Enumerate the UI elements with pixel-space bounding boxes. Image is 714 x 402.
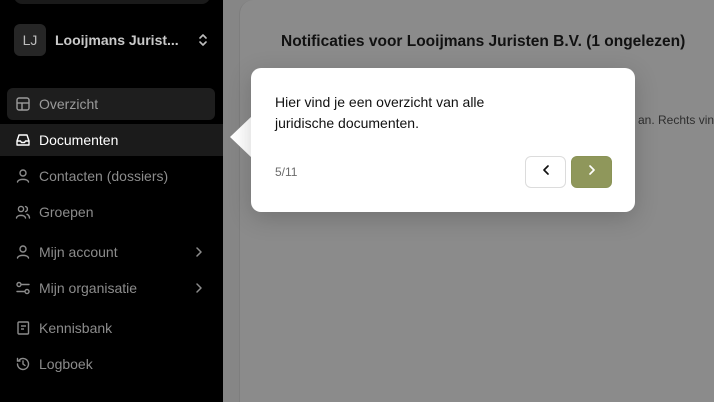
organization-switcher[interactable]: LJ Looijmans Jurist...: [14, 24, 210, 56]
history-icon: [15, 356, 31, 372]
org-name: Looijmans Jurist...: [55, 32, 179, 48]
chevron-right-icon: [195, 282, 207, 294]
sidebar-item-overzicht[interactable]: Overzicht: [7, 88, 215, 120]
sidebar-item-label: Documenten: [39, 132, 119, 148]
book-icon: [15, 320, 31, 336]
sidebar-item-label: Overzicht: [39, 96, 99, 112]
sidebar-item-groepen[interactable]: Groepen: [7, 196, 215, 228]
tour-next-button[interactable]: [571, 156, 612, 188]
sidebar: LJ Looijmans Jurist... Overzicht Documen…: [0, 0, 223, 402]
org-avatar: LJ: [14, 24, 46, 56]
sidebar-top-edge: [14, 0, 210, 4]
sidebar-item-kennisbank[interactable]: Kennisbank: [7, 312, 215, 344]
sliders-icon: [15, 280, 31, 296]
sidebar-item-label: Groepen: [39, 204, 94, 220]
sidebar-item-label: Kennisbank: [39, 320, 113, 336]
chevron-right-icon: [195, 246, 207, 258]
page-title: Notificaties voor Looijmans Juristen B.V…: [281, 33, 686, 50]
sidebar-item-contacten[interactable]: Contacten (dossiers): [7, 160, 215, 192]
inbox-icon: [15, 132, 31, 148]
sidebar-item-documenten[interactable]: Documenten: [0, 124, 223, 156]
tour-previous-button[interactable]: [525, 156, 566, 188]
chevron-right-icon: [588, 163, 596, 181]
tour-popover: Hier vind je een overzicht van alle juri…: [251, 68, 635, 212]
sidebar-item-label: Mijn organisatie: [39, 280, 138, 296]
tour-popover-arrow: [230, 116, 252, 158]
grid-icon: [15, 96, 31, 112]
chevron-left-icon: [542, 163, 550, 181]
chevron-up-down-icon: [196, 32, 210, 48]
sidebar-item-label: Contacten (dossiers): [39, 168, 169, 184]
background-text: an. Rechts vind: [638, 113, 714, 127]
tour-description: Hier vind je een overzicht van alle juri…: [275, 94, 485, 131]
users-icon: [15, 204, 31, 220]
sidebar-item-mijn-organisatie[interactable]: Mijn organisatie: [7, 272, 215, 304]
app-window: LJ Looijmans Jurist... Overzicht Documen…: [0, 0, 714, 402]
user-icon: [15, 168, 31, 184]
sidebar-item-logboek[interactable]: Logboek: [7, 348, 215, 380]
tour-step-counter: 5/11: [275, 165, 298, 179]
sidebar-item-label: Mijn account: [39, 244, 118, 260]
user-icon: [15, 244, 31, 260]
sidebar-item-mijn-account[interactable]: Mijn account: [7, 236, 215, 268]
sidebar-item-label: Logboek: [39, 356, 93, 372]
